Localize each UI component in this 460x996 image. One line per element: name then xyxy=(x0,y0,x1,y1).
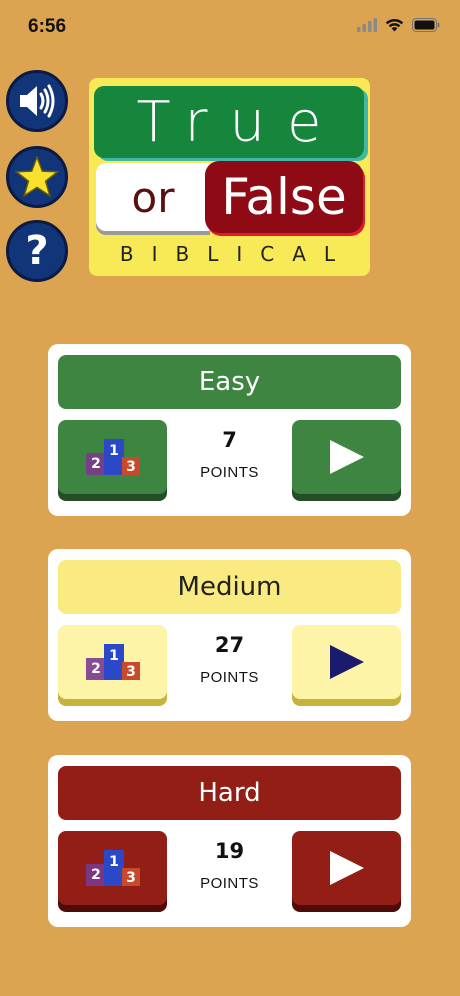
score-medium: 27 POINTS xyxy=(167,633,292,686)
logo-word-false: False xyxy=(205,161,363,233)
score-label-easy: POINTS xyxy=(200,464,259,481)
leaderboard-button-easy[interactable]: 2 1 3 xyxy=(58,420,167,494)
rate-button[interactable] xyxy=(6,146,68,208)
level-card-easy: Easy 2 1 3 7 POINTS xyxy=(48,344,411,516)
play-icon xyxy=(329,851,364,885)
status-icons xyxy=(357,18,440,32)
score-label-medium: POINTS xyxy=(200,669,259,686)
score-value-hard: 19 xyxy=(214,839,245,863)
level-title-hard: Hard xyxy=(58,766,401,820)
podium-second-label: 2 xyxy=(91,661,101,677)
help-button[interactable]: ? xyxy=(6,220,68,282)
score-value-easy: 7 xyxy=(222,428,237,452)
podium-icon: 2 1 3 xyxy=(85,850,140,886)
podium-icon: 2 1 3 xyxy=(85,439,140,475)
level-title-medium: Medium xyxy=(58,560,401,614)
status-bar: 6:56 xyxy=(0,0,460,56)
play-icon xyxy=(329,645,364,679)
play-button-medium[interactable] xyxy=(292,625,401,699)
podium-first-label: 1 xyxy=(109,854,119,870)
score-easy: 7 POINTS xyxy=(167,428,292,481)
wifi-icon xyxy=(385,19,404,32)
podium-first-label: 1 xyxy=(109,648,119,664)
play-icon xyxy=(329,440,364,474)
app-logo: True or False BIBLICAL xyxy=(89,78,370,276)
play-button-easy[interactable] xyxy=(292,420,401,494)
battery-icon xyxy=(412,18,440,32)
level-card-hard: Hard 2 1 3 19 POINTS xyxy=(48,755,411,927)
score-value-medium: 27 xyxy=(214,633,245,657)
status-time: 6:56 xyxy=(28,16,67,37)
score-hard: 19 POINTS xyxy=(167,839,292,892)
star-icon xyxy=(15,156,59,198)
score-label-hard: POINTS xyxy=(200,875,259,892)
podium-icon: 2 1 3 xyxy=(85,644,140,680)
cellular-signal-icon xyxy=(357,18,377,32)
logo-word-true: True xyxy=(94,86,364,158)
sound-button[interactable] xyxy=(6,70,68,132)
speaker-icon xyxy=(20,84,55,118)
leaderboard-button-medium[interactable]: 2 1 3 xyxy=(58,625,167,699)
podium-third-label: 3 xyxy=(126,664,136,680)
level-title-easy: Easy xyxy=(58,355,401,409)
logo-word-or: or xyxy=(96,163,210,231)
podium-third-label: 3 xyxy=(126,870,136,886)
podium-second-label: 2 xyxy=(91,456,101,472)
play-button-hard[interactable] xyxy=(292,831,401,905)
podium-first-label: 1 xyxy=(109,443,119,459)
podium-second-label: 2 xyxy=(91,867,101,883)
leaderboard-button-hard[interactable]: 2 1 3 xyxy=(58,831,167,905)
level-card-medium: Medium 2 1 3 27 POINTS xyxy=(48,549,411,721)
question-icon: ? xyxy=(25,228,49,274)
logo-subtitle: BIBLICAL xyxy=(119,242,354,266)
podium-third-label: 3 xyxy=(126,459,136,475)
